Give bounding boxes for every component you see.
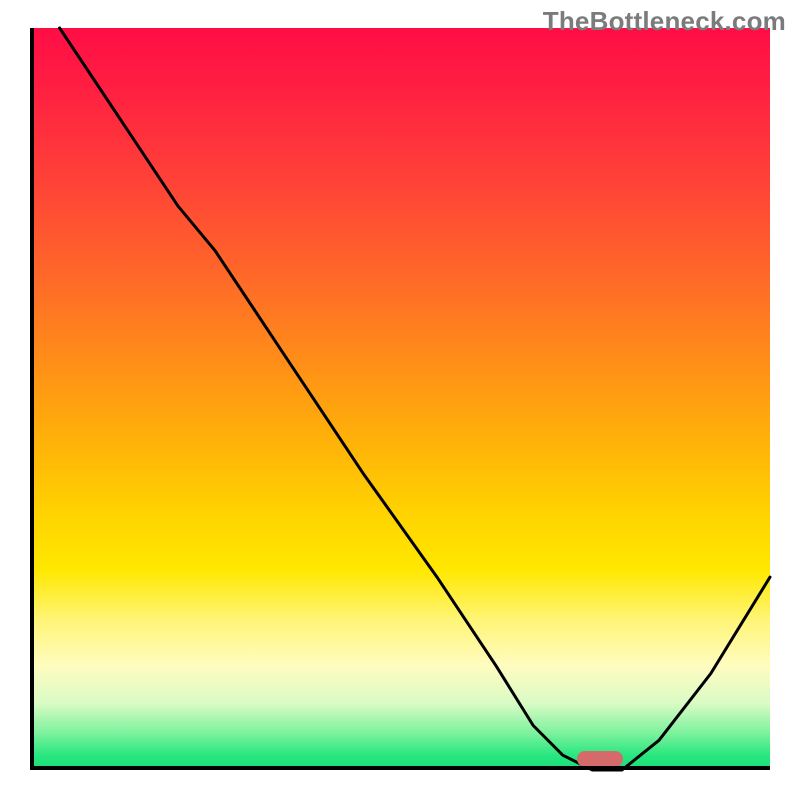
y-axis bbox=[30, 28, 34, 770]
plot-area bbox=[30, 28, 770, 770]
optimal-marker bbox=[577, 751, 623, 767]
watermark-text: TheBottleneck.com bbox=[543, 6, 786, 37]
bottleneck-curve bbox=[30, 28, 770, 770]
x-axis bbox=[30, 766, 770, 770]
